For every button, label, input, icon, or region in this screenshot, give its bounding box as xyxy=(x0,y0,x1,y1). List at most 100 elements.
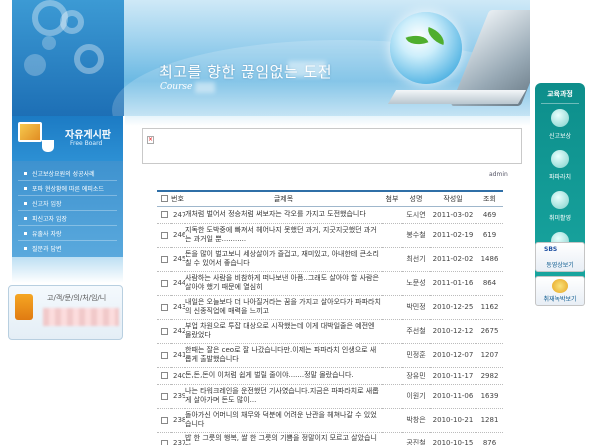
table-row: 244 사람하는 사람을 비참하게 떠나보낸 아픔..그래도 살아야 할 사람은… xyxy=(157,271,503,296)
board-title: 자유게시판 xyxy=(65,130,111,141)
contact-label: 고/객/문/의/처/임/니 xyxy=(47,294,107,302)
row-author: 장유민 xyxy=(402,367,430,385)
row-checkbox[interactable] xyxy=(157,295,171,320)
checkbox-icon xyxy=(160,255,168,263)
row-subject-link[interactable]: 내일은 오늘보다 더 나아질거라는 꿈을 가지고 살아오다가 파파라치의 신종직… xyxy=(185,295,382,320)
row-checkbox[interactable] xyxy=(157,206,171,224)
row-subject-link[interactable]: 돈,돈,돈이 이처럼 쉽게 벌릴 줄이야.......정말 몰랐습니다. xyxy=(185,367,382,385)
row-checkbox[interactable] xyxy=(157,343,171,368)
board-subtitle: Free Board xyxy=(70,140,103,147)
row-subject-link[interactable]: 부업 차원으로 투잡 대상으로 시작했는데 이게 대박일줄은 예전엔 몰랐었다 xyxy=(185,319,382,344)
header-slogan-blurred xyxy=(288,61,326,77)
quick-item-label: 파파라치 xyxy=(548,174,572,181)
row-subject-link[interactable]: 나는 타워크레인을 운전했던 기사였습니다.지금은 파파라치로 새롭게 살아가며… xyxy=(185,384,382,409)
row-date: 2011-02-19 xyxy=(430,223,476,248)
row-author: 노문성 xyxy=(402,271,430,296)
quick-item-hobby-shooting[interactable]: 취미활영 xyxy=(538,189,582,227)
table-row: 238 돌아가신 어머니의 채무와 덕분에 어려운 난관을 헤쳐나갈 수 있었습… xyxy=(157,408,503,433)
monitor-icon xyxy=(18,122,42,142)
row-subject-link[interactable]: 한때는 잘은 ceo로 잘 나갔습니다만.이제는 파파라치 인생으로 새롭게 출… xyxy=(185,343,382,368)
table-row: 247 개처럼 벌어서 정승처럼 써보자는 각오를 가지고 도전했습니다 도시연… xyxy=(157,206,503,224)
admin-link[interactable]: admin xyxy=(489,171,508,178)
mug-icon xyxy=(42,140,54,152)
checkbox-icon xyxy=(160,231,168,239)
table-row: 245 돈을 많이 벌고보니 세상살이가 즐겁고, 재미있고, 아내한테 큰소리… xyxy=(157,247,503,272)
row-checkbox[interactable] xyxy=(157,271,171,296)
row-author: 박창은 xyxy=(402,408,430,433)
checkbox-icon xyxy=(160,327,168,335)
sidebar-item-qna[interactable]: 질문과 답변 xyxy=(12,241,123,255)
broken-image-icon: × xyxy=(147,136,154,144)
news-video-banner[interactable]: 취재녹박보기 xyxy=(535,276,585,306)
row-number: 241 xyxy=(171,343,185,368)
sidebar-item-episodes[interactable]: 포파 현상황에 따른 에피소드 xyxy=(12,181,123,195)
table-row: 240 돈,돈,돈이 이처럼 쉽게 벌릴 줄이야.......정말 몰랐습니다.… xyxy=(157,367,503,385)
row-attachment xyxy=(382,367,402,385)
row-checkbox[interactable] xyxy=(157,367,171,385)
sbs-video-banner[interactable]: SBS 동영상보기 xyxy=(535,242,585,272)
row-date: 2011-03-02 xyxy=(430,206,476,224)
row-author: 최선기 xyxy=(402,247,430,272)
sidebar-item-boast[interactable]: 유출사 자랑 xyxy=(12,226,123,240)
table-row: 246 지독한 도박중에 빠져서 헤어나지 못했던 과거, 지긋지긋했던 과거는… xyxy=(157,223,503,248)
sidebar-item-reported[interactable]: 피신고자 입장 xyxy=(12,211,123,225)
row-views: 469 xyxy=(476,206,503,224)
sidebar-item-label: 질문과 답변 xyxy=(32,245,62,253)
row-author: 공진철 xyxy=(402,432,430,445)
row-subject-link[interactable]: 돈을 많이 벌고보니 세상살이가 즐겁고, 재미있고, 아내한테 큰소리 칠 수… xyxy=(185,247,382,272)
row-author: 민정훈 xyxy=(402,343,430,368)
sidebar-item-label: 포파 현상황에 따른 에피소드 xyxy=(32,185,104,193)
row-subject-link[interactable]: 밥 한 그릇의 행복, 쌀 한 그릇의 기쁨을 정말이지 모르고 살았습니다 xyxy=(185,432,382,445)
row-number: 246 xyxy=(171,223,185,248)
row-checkbox[interactable] xyxy=(157,247,171,272)
row-views: 1486 xyxy=(476,247,503,272)
sidebar-item-label: 피신고자 입장 xyxy=(32,215,68,223)
bullet-icon xyxy=(24,216,27,220)
checkbox-icon xyxy=(160,416,168,424)
quick-item-paparazzi[interactable]: 파파라치 xyxy=(538,148,582,186)
row-checkbox[interactable] xyxy=(157,384,171,409)
row-checkbox[interactable] xyxy=(157,408,171,433)
row-checkbox[interactable] xyxy=(157,319,171,344)
bullet-icon xyxy=(24,246,27,250)
sidebar-item-reporter[interactable]: 신고자 입장 xyxy=(12,196,123,210)
column-header-author: 성명 xyxy=(402,190,430,207)
table-row: 243 내일은 오늘보다 더 나아질거라는 꿈을 가지고 살아오다가 파파라치의… xyxy=(157,295,503,320)
decor-ring xyxy=(60,10,84,34)
table-row: 242 부업 차원으로 투잡 대상으로 시작했는데 이게 대박일줄은 예전엔 몰… xyxy=(157,319,503,344)
quick-item-report[interactable]: 신고보상 xyxy=(538,107,582,145)
board-table: 번호 글제목 첨부 성명 작성일 조회 247 개처럼 벌어서 정승처럼 써보자… xyxy=(157,190,503,445)
contact-number-redacted xyxy=(43,308,119,326)
checkbox-icon xyxy=(160,195,168,203)
row-subject-link[interactable]: 돌아가신 어머니의 채무와 덕분에 어려운 난관을 헤쳐나갈 수 있었습니다 xyxy=(185,408,382,433)
row-author: 이원기 xyxy=(402,384,430,409)
row-subject-link[interactable]: 지독한 도박중에 빠져서 헤어나지 못했던 과거, 지긋지긋했던 과거는 과거일… xyxy=(185,223,382,248)
row-number: 244 xyxy=(171,271,185,296)
row-attachment xyxy=(382,271,402,296)
decor-bubble xyxy=(42,36,56,50)
row-date: 2010-11-06 xyxy=(430,384,476,409)
row-attachment xyxy=(382,343,402,368)
row-number: 237 xyxy=(171,432,185,445)
row-subject-link[interactable]: 개처럼 벌어서 정승처럼 써보자는 각오를 가지고 도전했습니다 xyxy=(185,206,382,224)
row-checkbox[interactable] xyxy=(157,432,171,445)
sidebar-item-label: 신고자 입장 xyxy=(32,200,62,208)
sidebar-item-success-cases[interactable]: 신고보상요원의 성공사례 xyxy=(12,166,123,180)
decor-ring xyxy=(74,44,104,74)
row-attachment xyxy=(382,432,402,445)
checkbox-icon xyxy=(160,372,168,379)
row-subject-link[interactable]: 사람하는 사람을 비참하게 떠나보낸 아픔..그래도 살아야 할 사람은 살아야… xyxy=(185,271,382,296)
select-all-checkbox[interactable] xyxy=(157,190,171,207)
quick-menu-title: 교육과정 xyxy=(547,90,573,98)
column-header-date: 작성일 xyxy=(430,190,476,207)
column-header-attachment: 첨부 xyxy=(382,190,402,207)
sbs-logo: SBS xyxy=(544,246,558,253)
quick-item-label: 신고보상 xyxy=(548,133,572,140)
row-number: 239 xyxy=(171,384,185,409)
sidebar-item-label: 유출사 자랑 xyxy=(32,230,62,238)
sidebar-menu: 신고보상요원의 성공사례 포파 현상황에 따른 에피소드 신고자 입장 피신고자… xyxy=(12,161,123,257)
news-badge-icon xyxy=(552,279,568,293)
row-checkbox[interactable] xyxy=(157,223,171,248)
row-date: 2010-12-12 xyxy=(430,319,476,344)
row-author: 주선철 xyxy=(402,319,430,344)
